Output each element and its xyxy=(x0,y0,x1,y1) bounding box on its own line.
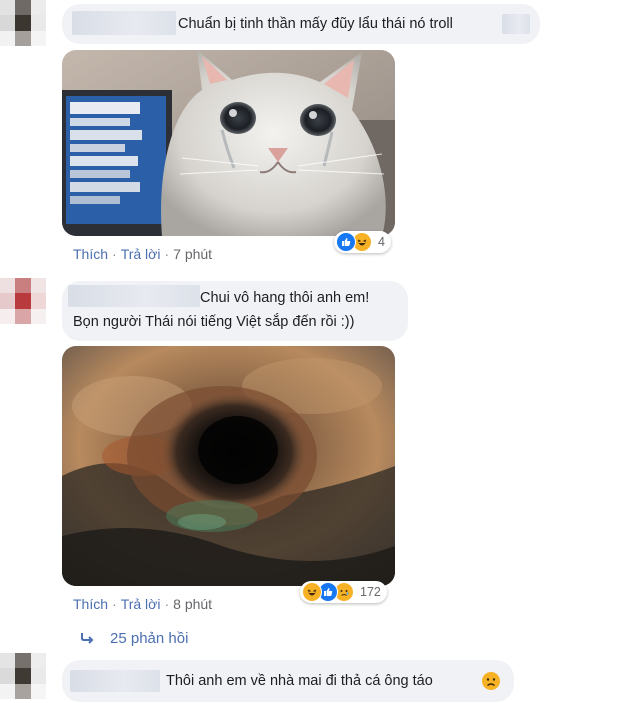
comment-meta: Thích · Trả lời · 7 phút xyxy=(73,246,213,262)
comment-bubble: Thôi anh em về nhà mai đi thả cá ông táo xyxy=(62,660,514,702)
like-icon xyxy=(336,232,356,252)
reaction-summary[interactable]: 172 xyxy=(300,581,387,603)
like-link[interactable]: Thích xyxy=(73,246,108,262)
author-name-blurred[interactable] xyxy=(68,285,200,307)
comment-meta: Thích · Trả lời · 8 phút xyxy=(73,596,213,612)
sad-face-icon xyxy=(481,671,501,691)
haha-icon xyxy=(302,582,322,602)
reply-link[interactable]: Trả lời xyxy=(121,596,161,612)
blurred-text xyxy=(502,14,530,34)
timestamp[interactable]: 7 phút xyxy=(173,246,212,262)
avatar[interactable] xyxy=(0,278,46,324)
comment-bubble: Chui vô hang thôi anh em! Bọn người Thái… xyxy=(62,281,408,341)
comment-image[interactable] xyxy=(62,346,395,586)
author-name-blurred[interactable] xyxy=(70,670,160,692)
reaction-count: 4 xyxy=(378,235,385,249)
comment-text-line: Chui vô hang thôi anh em! xyxy=(200,290,370,306)
like-link[interactable]: Thích xyxy=(73,596,108,612)
crying-cat-photo xyxy=(62,50,395,236)
comment-text: Thôi anh em về nhà mai đi thả cá ông táo xyxy=(166,673,433,689)
comment-bubble: Chuẩn bị tinh thần mấy đũy lẩu thái nó t… xyxy=(62,4,540,44)
author-name-blurred[interactable] xyxy=(72,11,176,35)
avatar[interactable] xyxy=(0,653,46,699)
reply-link[interactable]: Trả lời xyxy=(121,246,161,262)
timestamp[interactable]: 8 phút xyxy=(173,596,212,612)
avatar[interactable] xyxy=(0,0,46,46)
view-replies-link[interactable]: 25 phản hồi xyxy=(80,630,188,648)
replies-count-label: 25 phản hồi xyxy=(110,630,189,647)
reply-arrow-icon xyxy=(80,631,98,648)
comment-image[interactable] xyxy=(62,50,395,236)
comment-text: Chuẩn bị tinh thần mấy đũy lẩu thái nó t… xyxy=(178,16,453,32)
cave-hole-photo xyxy=(62,346,395,586)
reaction-summary[interactable]: 4 xyxy=(334,231,391,253)
reaction-count: 172 xyxy=(360,585,381,599)
comment-text-line: Bọn người Thái nói tiếng Việt sắp đến rồ… xyxy=(73,314,355,330)
